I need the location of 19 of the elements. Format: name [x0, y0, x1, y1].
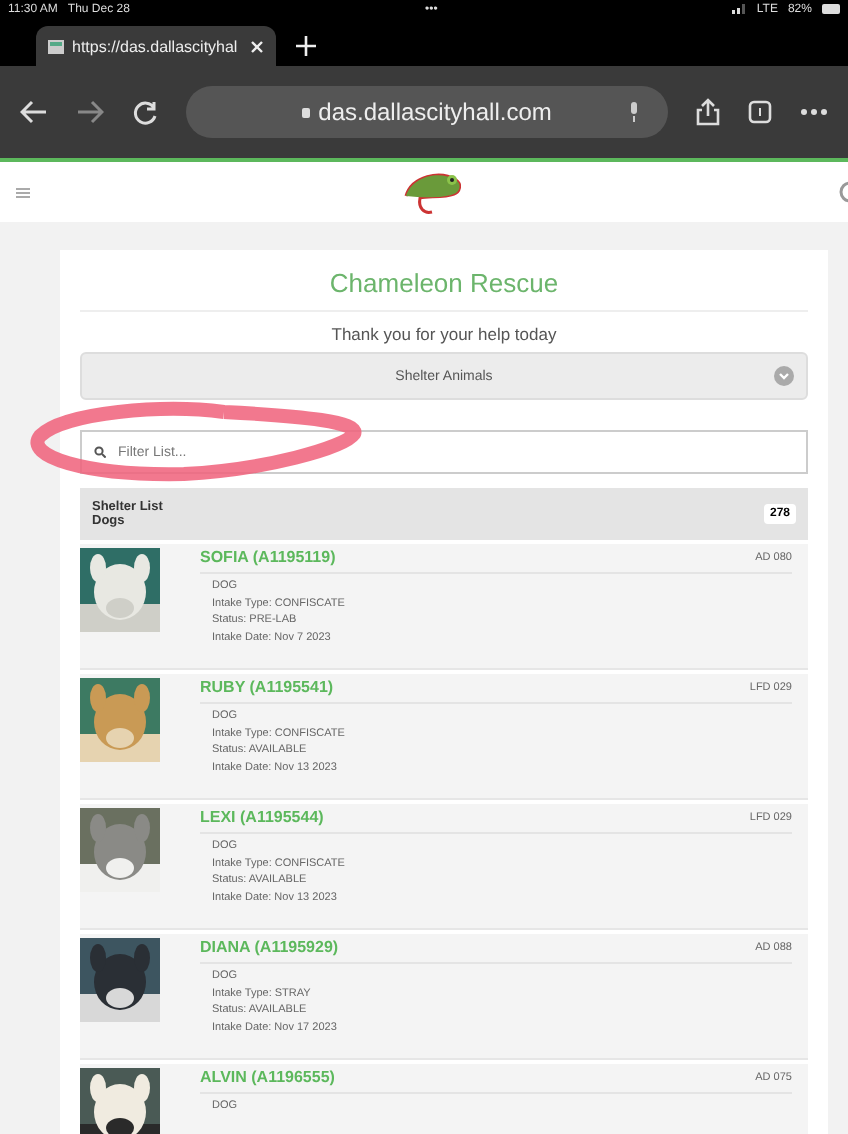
favicon-icon [48, 39, 64, 53]
reload-icon[interactable] [132, 99, 158, 125]
back-icon[interactable] [20, 100, 48, 124]
signal-icon [732, 4, 747, 14]
browser-tab[interactable]: https://das.dallascityhal [36, 26, 276, 66]
microphone-icon[interactable] [628, 102, 640, 122]
page-title: Chameleon Rescue [80, 262, 808, 312]
tabs-icon[interactable] [748, 100, 772, 124]
address-bar[interactable]: das.dallascityhall.com [186, 86, 668, 138]
search-icon [94, 446, 106, 458]
more-icon[interactable] [800, 108, 828, 116]
lock-icon [302, 107, 311, 117]
chevron-icon [774, 366, 794, 386]
close-icon[interactable] [250, 39, 264, 53]
forward-icon[interactable] [76, 100, 104, 124]
new-tab-icon[interactable] [296, 36, 316, 56]
battery-icon [821, 4, 840, 14]
subtitle: Thank you for your help today [329, 322, 559, 348]
share-icon[interactable] [696, 98, 720, 126]
